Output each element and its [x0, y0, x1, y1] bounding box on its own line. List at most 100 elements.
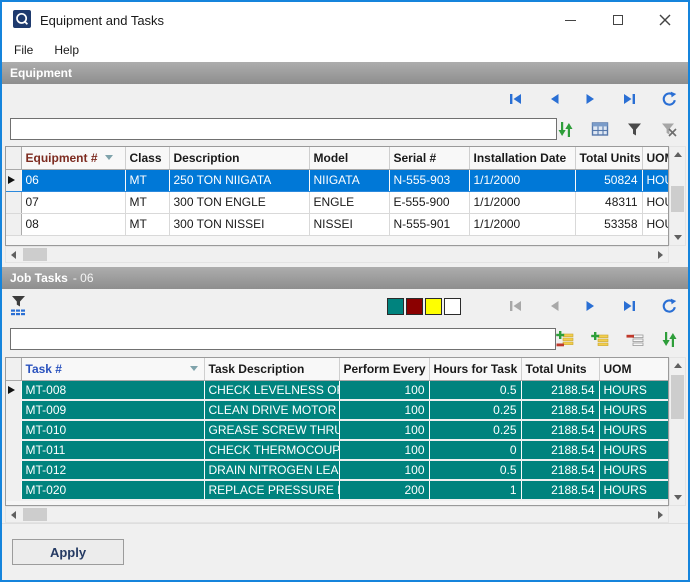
first-record-button[interactable] — [507, 298, 524, 314]
job-tasks-vertical-scrollbar[interactable] — [669, 357, 686, 506]
job-tasks-section-header: Job Tasks - 06 — [2, 267, 688, 289]
chevron-right-icon — [658, 511, 663, 519]
sort-desc-icon — [190, 366, 198, 371]
row-indicator-cell — [6, 420, 21, 440]
table-row: 07 MT 300 TON ENGLE ENGLE E-555-900 1/1/… — [6, 191, 669, 213]
first-record-button[interactable] — [507, 91, 524, 107]
chevron-up-icon — [674, 152, 682, 157]
first-record-icon — [507, 91, 524, 107]
next-record-button[interactable] — [584, 91, 598, 107]
sort-icon — [661, 331, 678, 348]
next-record-icon — [584, 298, 598, 314]
scroll-left-button[interactable] — [6, 247, 21, 262]
sort-button[interactable] — [557, 121, 574, 138]
col-hours-for-task[interactable]: Hours for Task — [429, 358, 521, 380]
table-row: MT-010 GREASE SCREW THRU 100 0.25 2188.5… — [6, 420, 669, 440]
col-perform-every[interactable]: Perform Every — [339, 358, 429, 380]
scroll-up-button[interactable] — [670, 147, 685, 162]
close-icon — [659, 14, 671, 26]
previous-record-button[interactable] — [547, 91, 561, 107]
equipment-grid: Equipment # Class Description Model Seri… — [5, 146, 669, 246]
equipment-tool-icons — [557, 121, 680, 138]
window-title: Equipment and Tasks — [40, 13, 164, 28]
footer: Apply — [2, 523, 688, 580]
current-row-indicator — [8, 386, 15, 394]
scroll-left-button[interactable] — [6, 507, 21, 522]
sort-button[interactable] — [661, 331, 678, 348]
legend-square-teal — [387, 298, 404, 315]
add-task-button[interactable] — [591, 331, 609, 348]
close-button[interactable] — [641, 2, 688, 38]
equipment-vertical-scrollbar[interactable] — [669, 146, 686, 246]
equipment-grid-zone: Equipment # Class Description Model Seri… — [5, 146, 686, 263]
scroll-down-button[interactable] — [670, 230, 685, 245]
assign-task-icon — [556, 331, 574, 348]
menu-file[interactable]: File — [12, 41, 35, 59]
minimize-icon — [565, 20, 576, 21]
next-record-button[interactable] — [584, 298, 598, 314]
filter-list-button[interactable] — [10, 295, 30, 317]
filter-button[interactable] — [626, 121, 643, 137]
scrollbar-thumb[interactable] — [671, 186, 684, 212]
job-tasks-search-input[interactable] — [10, 328, 556, 350]
minimize-button[interactable] — [547, 2, 594, 38]
table-row: MT-009 CLEAN DRIVE MOTOR 100 0.25 2188.5… — [6, 400, 669, 420]
maximize-icon — [613, 15, 623, 25]
job-tasks-horizontal-scrollbar[interactable] — [5, 506, 669, 523]
row-indicator-cell — [6, 440, 21, 460]
remove-filter-icon — [660, 121, 678, 137]
grid-view-icon — [591, 121, 609, 137]
apply-button[interactable]: Apply — [12, 539, 124, 565]
row-indicator-header — [6, 147, 21, 169]
col-total-units[interactable]: Total Units — [521, 358, 599, 380]
refresh-icon — [661, 91, 678, 107]
col-model[interactable]: Model — [309, 147, 389, 169]
col-task-number[interactable]: Task # — [21, 358, 204, 380]
remove-filter-button[interactable] — [660, 121, 678, 137]
col-class[interactable]: Class — [125, 147, 169, 169]
equipment-search-row — [2, 114, 688, 144]
col-task-description[interactable]: Task Description — [204, 358, 339, 380]
row-indicator-cell — [6, 213, 21, 235]
scrollbar-thumb[interactable] — [23, 508, 47, 521]
remove-task-icon — [626, 331, 644, 348]
scrollbar-thumb[interactable] — [671, 375, 684, 419]
menu-help[interactable]: Help — [52, 41, 81, 59]
col-uom[interactable]: UOM — [599, 358, 669, 380]
assign-task-button[interactable] — [556, 331, 574, 348]
last-record-button[interactable] — [621, 91, 638, 107]
col-description[interactable]: Description — [169, 147, 309, 169]
app-window: Equipment and Tasks File Help Equipment — [0, 0, 690, 582]
remove-task-button[interactable] — [626, 331, 644, 348]
scroll-right-button[interactable] — [653, 507, 668, 522]
sort-desc-icon — [105, 155, 113, 160]
col-total-units[interactable]: Total Units — [575, 147, 642, 169]
menu-bar: File Help — [2, 38, 688, 62]
chevron-left-icon — [11, 511, 16, 519]
table-row: MT-008 CHECK LEVELNESS OF 100 0.5 2188.5… — [6, 380, 669, 400]
scroll-right-button[interactable] — [653, 247, 668, 262]
refresh-icon — [661, 298, 678, 314]
col-installation-date[interactable]: Installation Date — [469, 147, 575, 169]
table-row: 08 MT 300 TON NISSEI NISSEI N-555-901 1/… — [6, 213, 669, 235]
previous-record-button[interactable] — [547, 298, 561, 314]
grid-view-button[interactable] — [591, 121, 609, 137]
refresh-button[interactable] — [661, 91, 678, 107]
scroll-up-button[interactable] — [670, 358, 685, 373]
job-tasks-nav-toolbar — [507, 298, 678, 314]
first-record-icon — [507, 298, 524, 314]
equipment-horizontal-scrollbar[interactable] — [5, 246, 669, 263]
sort-icon — [557, 121, 574, 138]
maximize-button[interactable] — [594, 2, 641, 38]
refresh-button[interactable] — [661, 298, 678, 314]
scroll-down-button[interactable] — [670, 490, 685, 505]
col-equipment-number[interactable]: Equipment # — [21, 147, 125, 169]
col-uom[interactable]: UOM — [642, 147, 669, 169]
scrollbar-thumb[interactable] — [23, 248, 47, 261]
last-record-button[interactable] — [621, 298, 638, 314]
equipment-search-input[interactable] — [10, 118, 557, 140]
col-serial[interactable]: Serial # — [389, 147, 469, 169]
job-tasks-section-title: Job Tasks — [10, 271, 68, 285]
add-task-icon — [591, 331, 609, 348]
row-indicator-cell — [6, 400, 21, 420]
